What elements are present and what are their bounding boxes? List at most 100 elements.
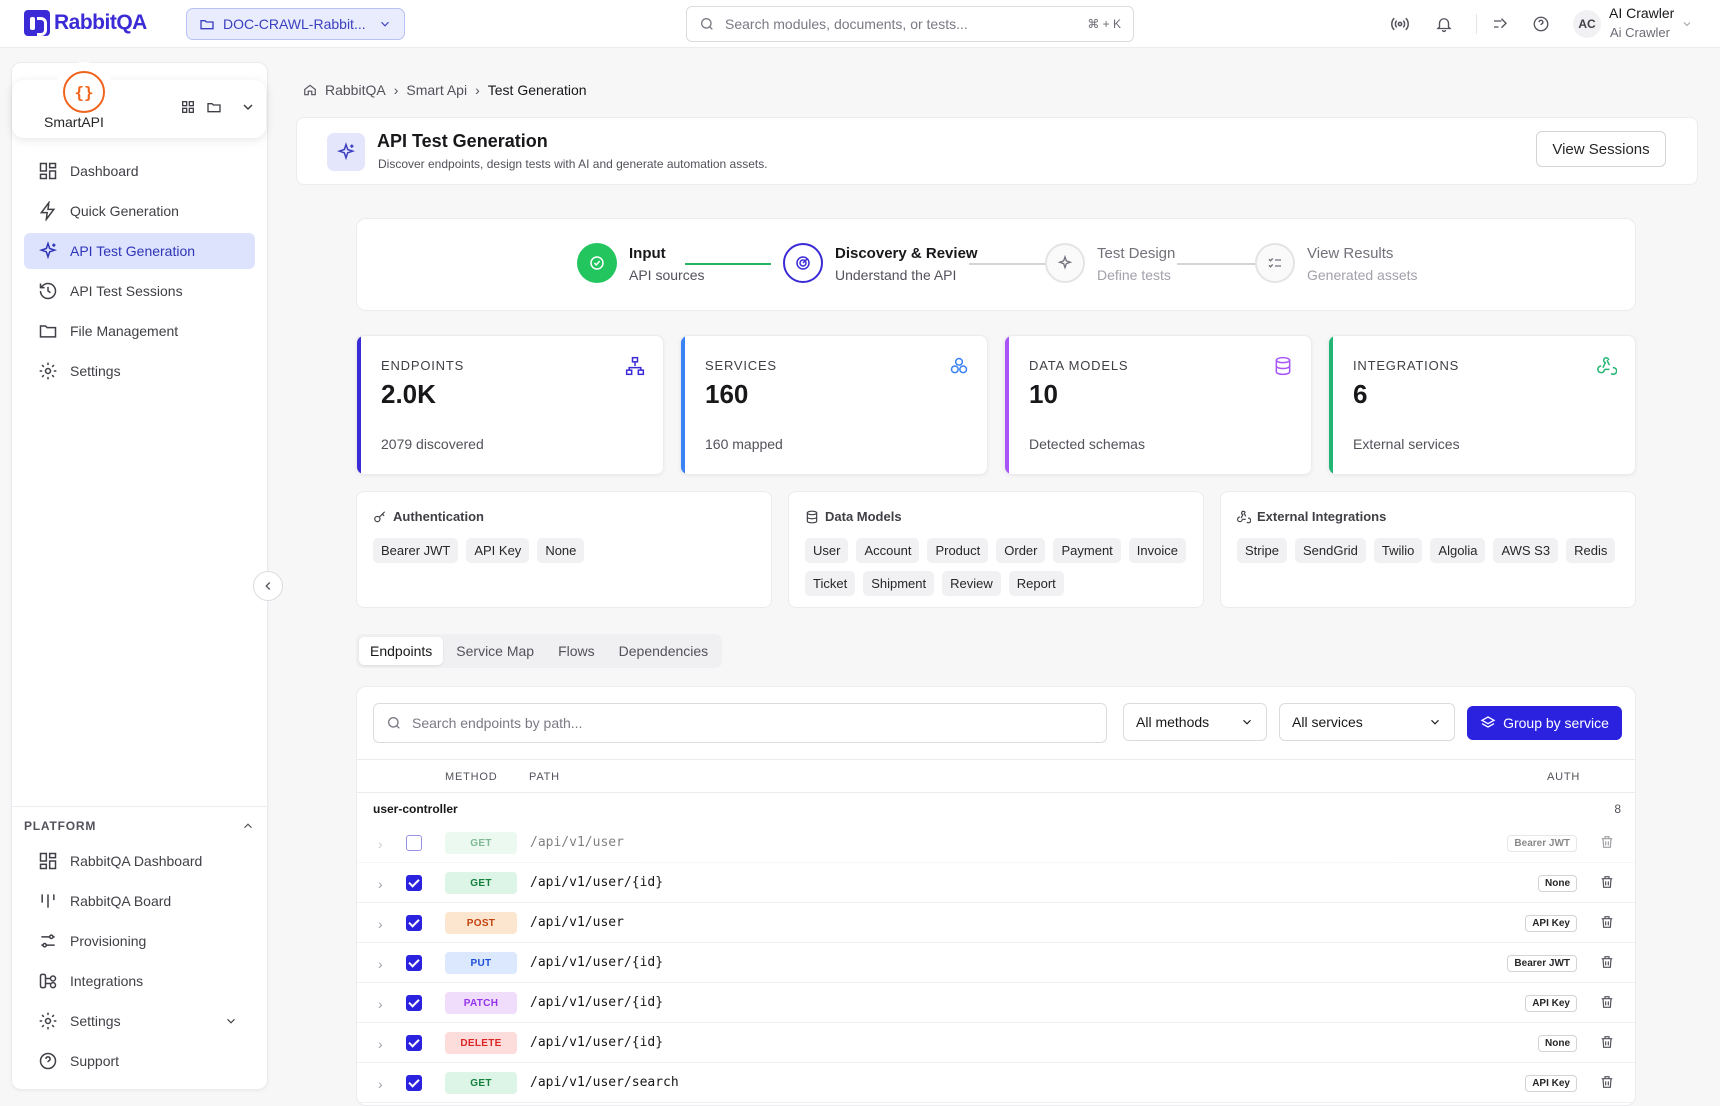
- step-discovery[interactable]: Discovery & Review Understand the API: [783, 243, 978, 283]
- chevron-down-icon[interactable]: [1681, 18, 1693, 30]
- user-name[interactable]: AI Crawler: [1609, 5, 1674, 21]
- step-connector: [1177, 263, 1263, 265]
- platform-item-provisioning[interactable]: Provisioning: [24, 923, 255, 959]
- breadcrumb-item[interactable]: RabbitQA: [325, 82, 386, 98]
- endpoint-path: /api/v1/user: [530, 915, 624, 930]
- global-search-input[interactable]: Search modules, documents, or tests... ⌘…: [686, 6, 1134, 42]
- trash-icon[interactable]: [1599, 834, 1615, 850]
- gear-icon: [39, 362, 57, 380]
- chevron-right-icon[interactable]: ›: [378, 1036, 383, 1052]
- history-icon: [39, 282, 57, 300]
- step-test-design[interactable]: Test Design Define tests: [1045, 243, 1175, 283]
- card-title: External Integrations: [1257, 509, 1387, 524]
- chevron-right-icon[interactable]: ›: [378, 836, 383, 852]
- view-sessions-button[interactable]: View Sessions: [1536, 131, 1666, 167]
- group-by-service-button[interactable]: Group by service: [1467, 706, 1622, 740]
- platform-item-rabbitqa-board[interactable]: RabbitQA Board: [24, 883, 255, 919]
- chevron-right-icon[interactable]: ›: [378, 1076, 383, 1092]
- accent-bar: [681, 336, 685, 474]
- row-checkbox[interactable]: [406, 835, 422, 851]
- dashboard-icon: [39, 162, 57, 180]
- row-checkbox[interactable]: [406, 915, 422, 931]
- trash-icon[interactable]: [1599, 994, 1615, 1010]
- integration-chip: Stripe: [1237, 538, 1287, 563]
- trash-icon[interactable]: [1599, 874, 1615, 890]
- chevron-right-icon[interactable]: ›: [378, 916, 383, 932]
- table-row[interactable]: › GET /api/v1/user Bearer JWT: [357, 823, 1635, 863]
- sidebar-item-quick-generation[interactable]: Quick Generation: [24, 193, 255, 229]
- table-row[interactable]: › PATCH /api/v1/user/{id} API Key: [357, 983, 1635, 1023]
- tab-service-map[interactable]: Service Map: [445, 637, 545, 665]
- layers-icon: [1480, 716, 1496, 728]
- row-checkbox[interactable]: [406, 995, 422, 1011]
- row-checkbox[interactable]: [406, 1035, 422, 1051]
- sidebar-item-api-test-generation[interactable]: API Test Generation: [24, 233, 255, 269]
- trash-icon[interactable]: [1599, 914, 1615, 930]
- stat-sub: 2079 discovered: [381, 436, 484, 452]
- breadcrumb-item[interactable]: Smart Api: [406, 82, 467, 98]
- smartapi-logo: {}: [54, 62, 114, 122]
- tab-endpoints[interactable]: Endpoints: [359, 637, 444, 665]
- platform-section-header[interactable]: PLATFORM: [24, 819, 255, 833]
- logo[interactable]: RabbitQA: [24, 10, 147, 36]
- app-switcher[interactable]: {} SmartAPI: [12, 62, 266, 138]
- column-header-method: METHOD: [445, 771, 498, 783]
- trash-icon[interactable]: [1599, 1034, 1615, 1050]
- row-checkbox[interactable]: [406, 955, 422, 971]
- step-view-results[interactable]: View Results Generated assets: [1255, 243, 1418, 283]
- auth-chip: API Key: [466, 538, 530, 563]
- folder-icon[interactable]: [206, 99, 222, 115]
- auth-chip: Bearer JWT: [373, 538, 459, 563]
- column-header-path: PATH: [529, 771, 560, 783]
- model-chip: Account: [856, 538, 920, 563]
- broadcast-icon[interactable]: [1390, 14, 1410, 34]
- sidebar-item-dashboard[interactable]: Dashboard: [24, 153, 255, 189]
- chevron-right-icon[interactable]: ›: [378, 876, 383, 892]
- sparkle-icon: [327, 133, 365, 171]
- table-row[interactable]: › PUT /api/v1/user/{id} Bearer JWT: [357, 943, 1635, 983]
- chevron-down-icon[interactable]: [240, 99, 256, 115]
- trash-icon[interactable]: [1599, 954, 1615, 970]
- project-selector[interactable]: DOC-CRAWL-Rabbit...: [186, 8, 405, 40]
- step-title: Input: [629, 245, 666, 262]
- chevron-right-icon[interactable]: ›: [378, 996, 383, 1012]
- table-row[interactable]: › POST /api/v1/user API Key: [357, 903, 1635, 943]
- sidebar-item-api-test-sessions[interactable]: API Test Sessions: [24, 273, 255, 309]
- table-row[interactable]: › GET /api/v1/user/{id} None: [357, 863, 1635, 903]
- sidebar-item-label: Integrations: [70, 973, 144, 989]
- platform-item-settings[interactable]: Settings: [24, 1003, 255, 1039]
- method-badge: GET: [445, 832, 517, 854]
- table-header: METHOD PATH AUTH: [357, 759, 1635, 793]
- row-checkbox[interactable]: [406, 875, 422, 891]
- tab-dependencies[interactable]: Dependencies: [608, 637, 720, 665]
- chevron-right-icon[interactable]: ›: [378, 956, 383, 972]
- service-filter-select[interactable]: All services: [1279, 703, 1455, 741]
- sidebar-item-file-management[interactable]: File Management: [24, 313, 255, 349]
- logo-text: RabbitQA: [54, 11, 147, 34]
- endpoint-search-input[interactable]: Search endpoints by path...: [373, 703, 1107, 743]
- method-filter-select[interactable]: All methods: [1123, 703, 1267, 741]
- sidebar-item-settings[interactable]: Settings: [24, 353, 255, 389]
- platform-item-rabbitqa-dashboard[interactable]: RabbitQA Dashboard: [24, 843, 255, 879]
- grid-icon[interactable]: [180, 99, 196, 115]
- sidebar-item-label: Dashboard: [70, 163, 139, 179]
- method-badge: PUT: [445, 952, 517, 974]
- table-row[interactable]: › GET /api/v1/user/search API Key: [357, 1063, 1635, 1103]
- bell-icon[interactable]: [1434, 14, 1454, 34]
- trash-icon[interactable]: [1599, 1074, 1615, 1090]
- theme-icon[interactable]: [1490, 14, 1510, 34]
- platform-item-integrations[interactable]: Integrations: [24, 963, 255, 999]
- auth-badge: None: [1538, 875, 1577, 892]
- integration-chip: Twilio: [1373, 538, 1423, 563]
- platform-item-support[interactable]: Support: [24, 1043, 255, 1079]
- auth-badge: None: [1538, 1035, 1577, 1052]
- braces-icon: {}: [63, 71, 105, 113]
- service-group-header[interactable]: user-controller 8: [357, 793, 1635, 823]
- step-input[interactable]: Input API sources: [577, 243, 704, 283]
- table-row[interactable]: › DELETE /api/v1/user/{id} None: [357, 1023, 1635, 1063]
- row-checkbox[interactable]: [406, 1075, 422, 1091]
- tab-flows[interactable]: Flows: [547, 637, 606, 665]
- help-icon[interactable]: [1531, 14, 1551, 34]
- collapse-sidebar-button[interactable]: [253, 571, 283, 601]
- avatar[interactable]: AC: [1573, 10, 1601, 38]
